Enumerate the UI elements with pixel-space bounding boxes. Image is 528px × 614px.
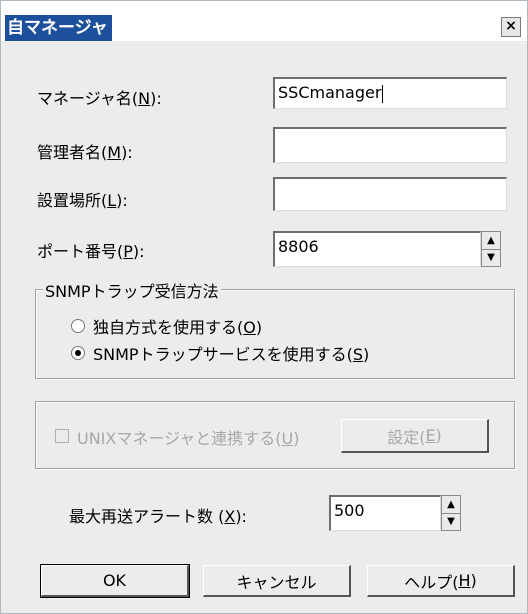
close-icon: × [505,18,517,34]
title-bar: 自マネージャ × [1,1,527,41]
cancel-button[interactable]: キャンセル [203,565,351,597]
spin-down-icon[interactable]: ▼ [442,513,460,530]
port-input[interactable]: 8806 [273,231,481,267]
unix-link-label[interactable]: UNIXマネージャと連携する(U) [77,425,299,449]
radio-snmp-service[interactable] [71,346,85,360]
text-caret [382,84,384,103]
ok-button[interactable]: OK [40,564,190,598]
spin-down-icon[interactable]: ▼ [482,249,500,266]
unix-link-checkbox[interactable] [55,429,69,443]
port-spinner[interactable]: ▲ ▼ [481,231,501,267]
spin-up-icon[interactable]: ▲ [482,232,500,249]
location-input[interactable] [273,177,507,211]
radio-own-method[interactable] [71,319,85,333]
retry-count-input[interactable]: 500 [329,495,441,531]
settings-button[interactable]: 設定(E) [341,419,489,453]
admin-name-input[interactable] [273,127,507,163]
help-button[interactable]: ヘルプ(H) [367,565,515,597]
retry-count-spinner[interactable]: ▲ ▼ [441,495,461,531]
retry-count-label: 最大再送アラート数 (X): [69,507,247,526]
snmp-service-label[interactable]: SNMPトラップサービスを使用する(S) [93,341,369,365]
own-method-label[interactable]: 独自方式を使用する(O) [93,314,262,338]
location-label: 設置場所(L): [37,191,128,210]
manager-name-label: マネージャ名(N): [37,89,162,108]
close-button[interactable]: × [501,17,521,37]
dialog-window: 自マネージャ × マネージャ名(N): SSCmanager 管理者名(M): … [0,0,528,614]
admin-name-label: 管理者名(M): [37,143,133,162]
snmp-trap-legend: SNMPトラップ受信方法 [43,278,221,302]
window-title: 自マネージャ [5,15,112,41]
port-label: ポート番号(P): [37,242,145,261]
spin-up-icon[interactable]: ▲ [442,496,460,513]
manager-name-input[interactable]: SSCmanager [273,77,507,109]
